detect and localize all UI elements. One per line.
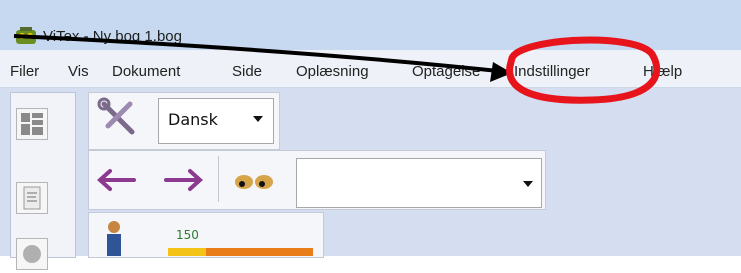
chevron-down-icon[interactable] xyxy=(252,115,264,123)
menu-item-hjaelp[interactable]: Hjælp xyxy=(643,63,682,80)
layout-grid-button[interactable] xyxy=(16,108,48,140)
app-icon xyxy=(16,27,36,44)
menu-item-indstillinger[interactable]: Indstillinger xyxy=(514,63,590,80)
record-button[interactable] xyxy=(16,238,48,270)
menu-item-optagelse[interactable]: Optagelse xyxy=(412,63,480,80)
tools-icon[interactable] xyxy=(96,96,142,140)
page-combobox[interactable] xyxy=(296,158,542,208)
menu-item-dokument[interactable]: Dokument xyxy=(112,63,180,80)
menu-item-filer[interactable]: Filer xyxy=(10,63,39,80)
layout-grid-icon xyxy=(21,113,43,135)
arrow-right-icon[interactable] xyxy=(162,166,204,194)
person-icon xyxy=(107,221,121,256)
document-button[interactable] xyxy=(16,182,48,214)
language-select-value: Dansk xyxy=(168,110,218,129)
menu-item-oplaesning[interactable]: Oplæsning xyxy=(296,63,369,80)
document-icon xyxy=(23,186,41,210)
toolbar-separator xyxy=(218,156,219,202)
speech-rate-value: 150 xyxy=(176,228,199,242)
menu-item-vis[interactable]: Vis xyxy=(68,63,89,80)
record-icon xyxy=(23,245,41,263)
menu-item-side[interactable]: Side xyxy=(232,63,262,80)
chevron-down-icon[interactable] xyxy=(522,180,534,188)
eyes-icon[interactable] xyxy=(232,172,278,192)
window-title: ViTex - Ny bog 1.bog xyxy=(43,28,182,45)
speech-rate-bar-marker xyxy=(168,248,206,256)
arrow-left-icon[interactable] xyxy=(96,166,138,194)
